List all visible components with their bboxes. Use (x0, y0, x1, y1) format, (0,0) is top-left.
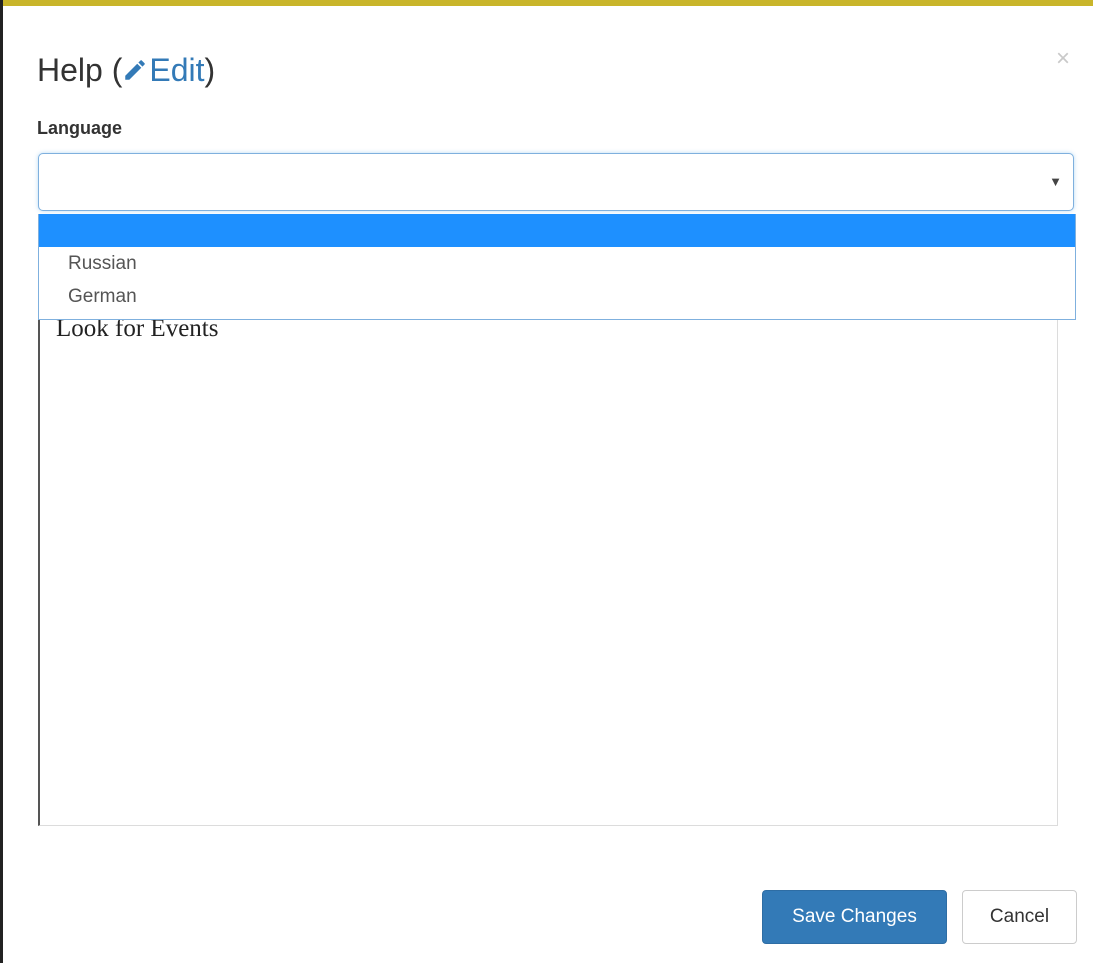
close-icon[interactable]: × (1056, 47, 1070, 71)
cancel-button[interactable]: Cancel (962, 890, 1077, 944)
language-option-german[interactable]: German (39, 280, 1075, 313)
modal-left-border (0, 0, 3, 963)
language-option-russian[interactable]: Russian (39, 247, 1075, 280)
modal-title-prefix: Help ( (37, 52, 123, 88)
help-content-editor[interactable]: Look for Events (38, 300, 1058, 826)
language-option-blank[interactable] (39, 214, 1075, 247)
language-dropdown-list: Russian German (38, 214, 1076, 320)
modal-title-suffix: ) (204, 52, 216, 88)
pencil-icon (125, 60, 146, 80)
edit-link-label: Edit (149, 52, 205, 88)
help-modal: Help (Edit) × Language ▼ Russian German … (0, 0, 1093, 963)
modal-title: Help ( Edit) (37, 50, 215, 90)
save-changes-button[interactable]: Save Changes (762, 890, 947, 944)
language-label: Language (37, 118, 123, 138)
modal-top-accent-bar (0, 0, 1093, 6)
language-select[interactable]: ▼ (38, 153, 1074, 211)
edit-help-link[interactable]: Edit (122, 52, 205, 88)
caret-down-icon: ▼ (1049, 174, 1062, 189)
